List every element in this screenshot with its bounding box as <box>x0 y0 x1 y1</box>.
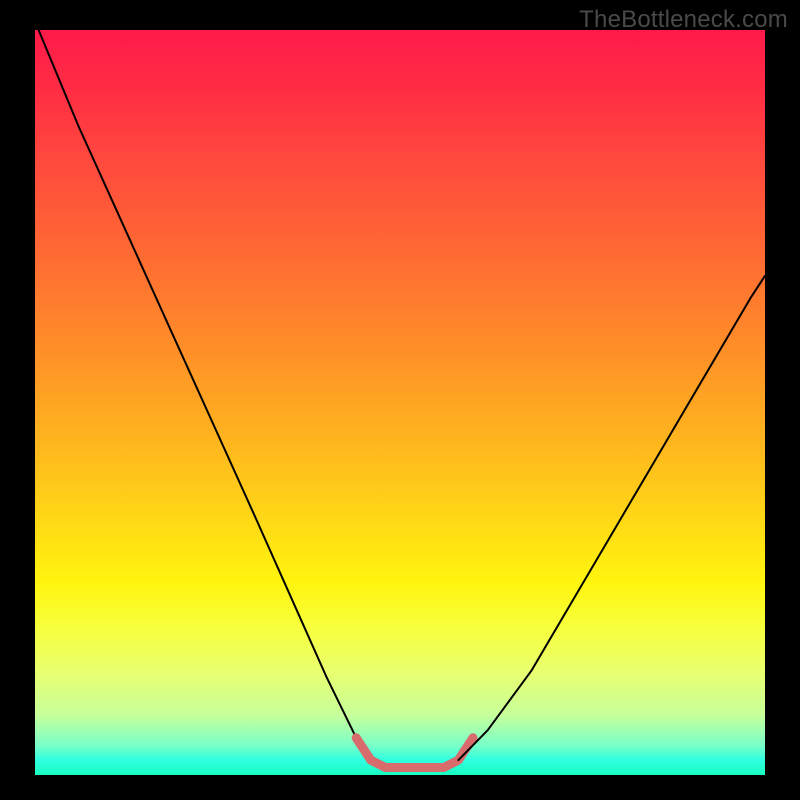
plot-area <box>35 30 765 775</box>
watermark-text: TheBottleneck.com <box>579 6 788 34</box>
series-valley <box>356 738 473 768</box>
bottleneck-curve <box>35 30 765 775</box>
series-left-branch <box>39 30 371 760</box>
chart-frame: TheBottleneck.com <box>0 0 800 800</box>
series-right-branch <box>458 276 765 760</box>
